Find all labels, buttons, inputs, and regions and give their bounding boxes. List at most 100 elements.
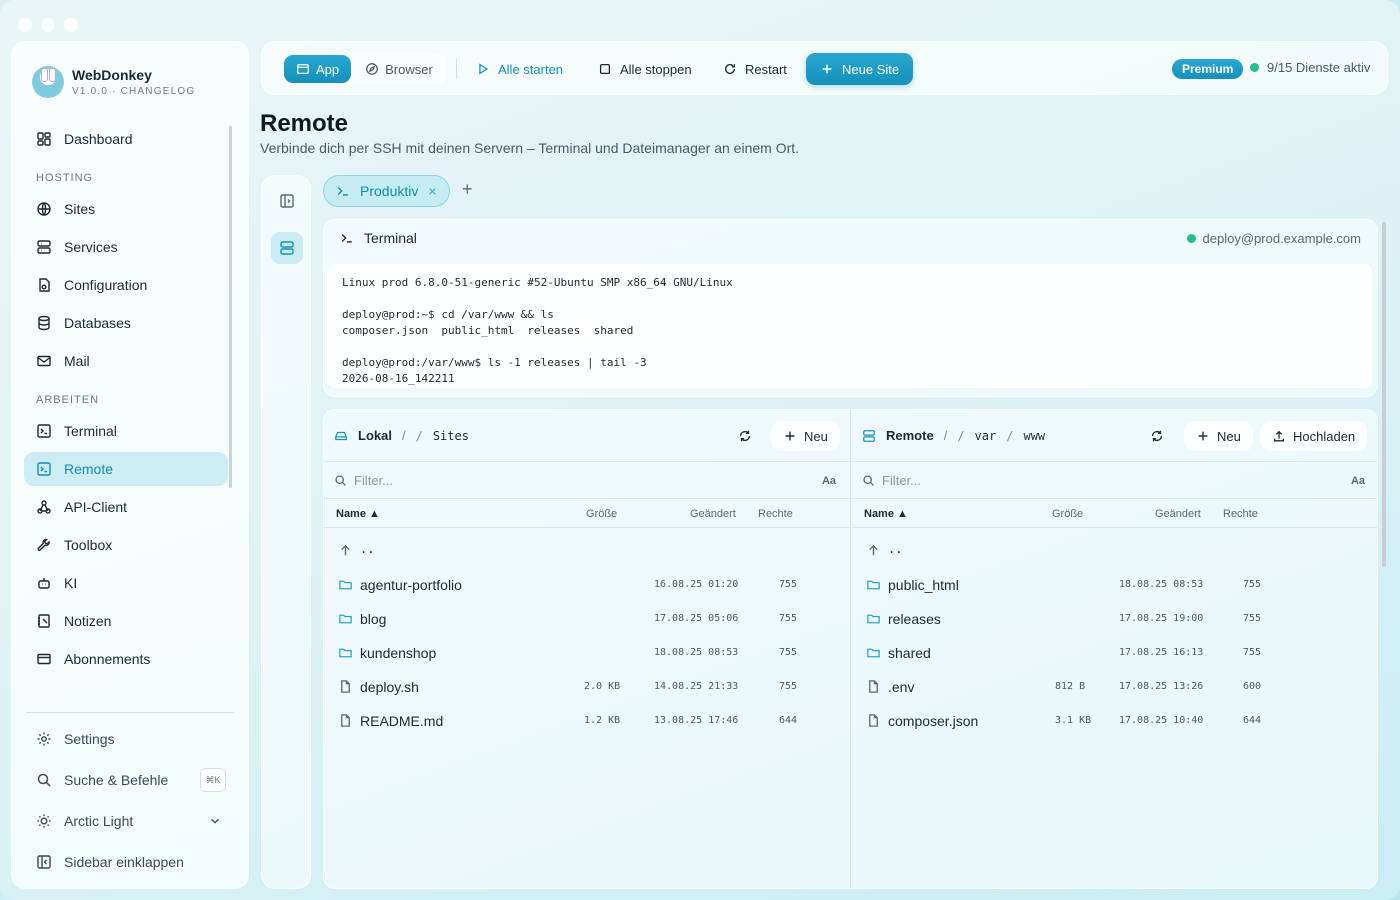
parent-directory-row[interactable]: .. — [324, 534, 850, 568]
breadcrumb-separator: / — [401, 428, 406, 443]
sidebar-item-terminal[interactable]: Terminal — [24, 414, 228, 448]
table-row[interactable]: composer.json 3.1 KB 17.08.25 10:40 644 — [852, 704, 1377, 738]
column-name[interactable]: Name ▲ — [864, 508, 908, 520]
breadcrumb-root[interactable]: Remote — [886, 428, 934, 443]
terminal-prompt-icon — [337, 187, 348, 196]
column-perms[interactable]: Rechte — [758, 508, 793, 520]
column-name[interactable]: Name ▲ — [336, 508, 380, 520]
filter-placeholder: Filter... — [354, 473, 394, 488]
stop-all-button[interactable]: Alle stoppen — [588, 53, 702, 85]
sidebar-item-api-client[interactable]: API-Client — [24, 490, 228, 524]
breadcrumb: Remote / / var / www — [862, 428, 1045, 443]
file-name: .env — [888, 679, 915, 695]
collapse-sidebar-button[interactable]: Sidebar einklappen — [24, 845, 228, 879]
sidebar-item-dashboard[interactable]: Dashboard — [24, 122, 228, 156]
table-row[interactable]: releases 17.08.25 19:00 755 — [852, 602, 1377, 636]
sidebar-scrollbar[interactable] — [229, 126, 232, 488]
sidebar-item-label: Mail — [64, 353, 90, 369]
sidebar-item-notizen[interactable]: Notizen — [24, 604, 228, 638]
sidebar-item-sites[interactable]: Sites — [24, 192, 228, 226]
sidebar-item-databases[interactable]: Databases — [24, 306, 228, 340]
tab-produktiv[interactable]: Produktiv × — [323, 175, 450, 207]
terminal-prompt-icon — [341, 234, 352, 243]
settings-button[interactable]: Settings — [24, 722, 228, 756]
table-row[interactable]: public_html 18.08.25 08:53 755 — [852, 568, 1377, 602]
table-row[interactable]: kundenshop 18.08.25 08:53 755 — [324, 636, 850, 670]
sidebar-item-remote[interactable]: Remote — [24, 452, 228, 486]
column-modified[interactable]: Geändert — [1155, 508, 1201, 520]
brand[interactable]: WebDonkey V1.0.0 · CHANGELOG — [32, 66, 195, 98]
search-commands-button[interactable]: Suche & Befehle ⌘K — [24, 763, 228, 797]
sidebar-collapse-icon — [37, 855, 51, 869]
file-modified: 16.08.25 01:20 — [654, 579, 739, 590]
table-row[interactable]: deploy.sh 2.0 KB 14.08.25 21:33 755 — [324, 670, 850, 704]
breadcrumb-item[interactable]: var — [975, 429, 997, 443]
new-button[interactable]: Neu — [771, 421, 840, 451]
file-modified: 17.08.25 19:00 — [1119, 613, 1204, 624]
filter-input[interactable]: Filter... — [862, 473, 921, 488]
add-tab-button[interactable]: + — [462, 179, 473, 200]
restart-button[interactable]: Restart — [713, 53, 797, 85]
sidebar-item-toolbox[interactable]: Toolbox — [24, 528, 228, 562]
parent-directory-row[interactable]: .. — [852, 534, 1377, 568]
server-icon — [37, 240, 51, 254]
new-button[interactable]: Neu — [1184, 421, 1253, 451]
sidebar-item-services[interactable]: Services — [24, 230, 228, 264]
sidebar-item-label: Toolbox — [64, 537, 113, 553]
theme-selector[interactable]: Arctic Light — [24, 804, 228, 838]
sidebar-item-mail[interactable]: Mail — [24, 344, 228, 378]
case-sensitive-toggle[interactable]: Aa — [822, 475, 836, 487]
app-version[interactable]: V1.0.0 · CHANGELOG — [72, 86, 195, 97]
case-sensitive-toggle[interactable]: Aa — [1351, 475, 1365, 487]
table-row[interactable]: agentur-portfolio 16.08.25 01:20 755 — [324, 568, 850, 602]
file-perms: 755 — [1243, 579, 1262, 590]
column-size[interactable]: Größe — [1052, 508, 1083, 520]
table-row[interactable]: shared 17.08.25 16:13 755 — [852, 636, 1377, 670]
table-row[interactable]: .env 812 B 17.08.25 13:26 600 — [852, 670, 1377, 704]
sun-icon — [37, 814, 51, 828]
file-perms: 755 — [1243, 647, 1262, 658]
column-perms[interactable]: Rechte — [1223, 508, 1258, 520]
maximize-window-button[interactable] — [64, 18, 78, 32]
folder-icon — [867, 580, 880, 590]
sidebar-item-label: Configuration — [64, 277, 148, 293]
table-row[interactable]: blog 17.08.25 05:06 755 — [324, 602, 850, 636]
filter-input[interactable]: Filter... — [334, 473, 393, 488]
breadcrumb-item[interactable]: www — [1023, 429, 1045, 443]
close-window-button[interactable] — [18, 18, 32, 32]
column-modified[interactable]: Geändert — [690, 508, 736, 520]
servers-button[interactable] — [271, 232, 303, 264]
minimize-window-button[interactable] — [41, 18, 55, 32]
close-tab-button[interactable]: × — [428, 183, 436, 199]
refresh-button[interactable] — [732, 421, 758, 451]
sidebar-item-abonnements[interactable]: Abonnements — [24, 642, 228, 676]
upload-button[interactable]: Hochladen — [1260, 421, 1368, 451]
settings-label: Settings — [64, 731, 115, 747]
new-site-button[interactable]: Neue Site — [806, 53, 914, 85]
sidebar-item-configuration[interactable]: Configuration — [24, 268, 228, 302]
start-all-button[interactable]: Alle starten — [466, 53, 573, 85]
breadcrumb-root[interactable]: Lokal — [358, 428, 392, 443]
divider — [26, 712, 234, 713]
table-row[interactable]: README.md 1.2 KB 13.08.25 17:46 644 — [324, 704, 850, 738]
theme-label: Arctic Light — [64, 813, 134, 829]
file-gear-icon — [39, 278, 50, 292]
mode-app-button[interactable]: App — [284, 55, 352, 83]
sidebar-item-label: Terminal — [64, 423, 117, 439]
breadcrumb-item[interactable]: / — [416, 429, 423, 443]
file-manager: Lokal / / Sites Neu Filter... Aa Name ▲ … — [323, 409, 1378, 889]
column-size[interactable]: Größe — [586, 508, 617, 520]
breadcrumb-item[interactable]: / — [957, 429, 964, 443]
sidebar-item-label: KI — [64, 575, 78, 591]
sidebar-item-ki[interactable]: KI — [24, 566, 228, 600]
folder-icon — [339, 648, 352, 658]
main-scrollbar[interactable] — [1382, 222, 1386, 567]
breadcrumb-item[interactable]: Sites — [433, 429, 469, 443]
file-name: README.md — [360, 713, 444, 729]
toggle-panel-button[interactable] — [271, 185, 303, 217]
mode-browser-button[interactable]: Browser — [353, 55, 445, 83]
app-logo-icon — [32, 66, 64, 98]
refresh-button[interactable] — [1144, 421, 1170, 451]
terminal-output[interactable]: Linux prod 6.8.0-51-generic #52-Ubuntu S… — [327, 264, 1372, 388]
file-perms: 755 — [779, 613, 798, 624]
